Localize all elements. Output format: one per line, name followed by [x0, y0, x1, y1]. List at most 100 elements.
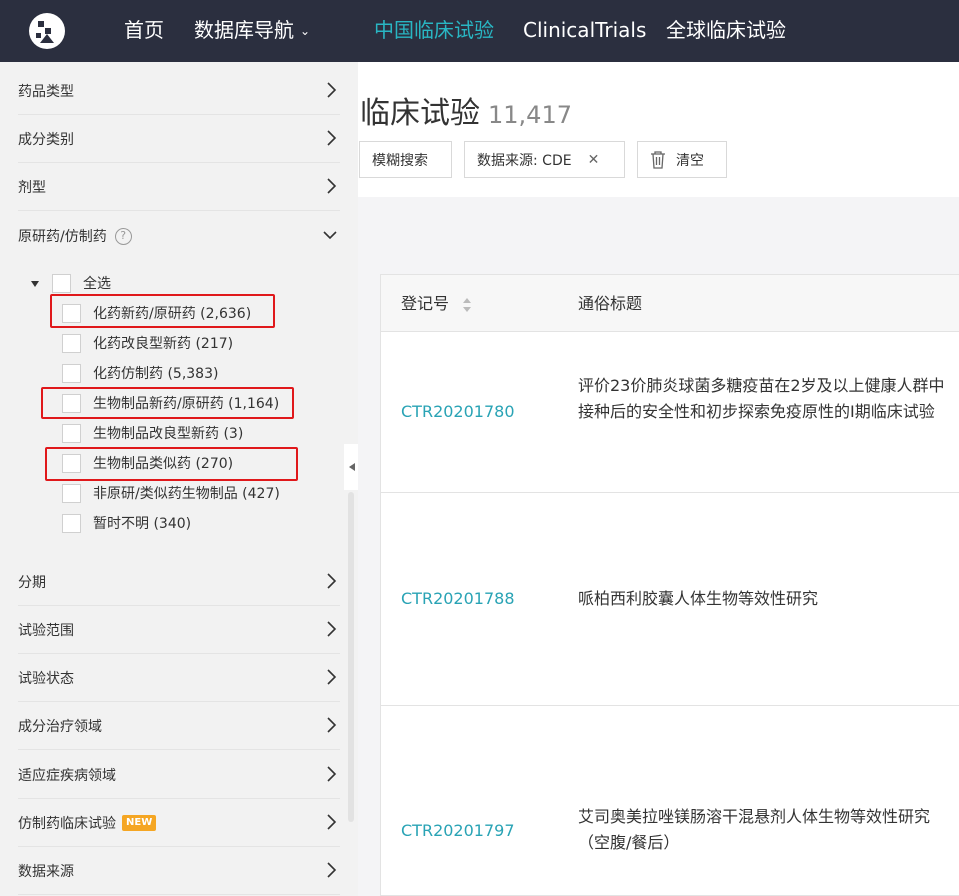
chevron-down-icon [323, 231, 337, 240]
fuzzy-search-button[interactable]: 模糊搜索 [359, 141, 452, 178]
filter-indication-area[interactable]: 适应症疾病领域 [18, 751, 340, 799]
filter-label: 药品类型 [18, 83, 74, 100]
checkbox[interactable] [62, 513, 81, 533]
registration-link[interactable]: CTR20201780 [401, 402, 515, 421]
site-logo-icon[interactable] [28, 12, 66, 50]
trash-icon [651, 150, 665, 169]
chevron-down-icon: ⌄ [300, 24, 311, 38]
header-label: 登记号 [401, 294, 450, 313]
registration-link[interactable]: CTR20201797 [401, 821, 515, 840]
filter-sidebar: 药品类型 成分类别 剂型 原研药/仿制药 ? 全选 化药新药/原研药 (2,63… [0, 62, 358, 896]
table-header: 登记号 通俗标题 [381, 275, 959, 332]
chevron-right-icon [327, 573, 337, 589]
result-count: 11,417 [488, 101, 572, 129]
tree-label: 生物制品改良型新药 (3) [93, 426, 244, 442]
close-icon[interactable]: ✕ [588, 152, 600, 168]
trial-title: 艾司奥美拉唑镁肠溶干混悬剂人体生物等效性研究（空腹/餐后） [578, 807, 931, 852]
main-content: 临床试验 11,417 模糊搜索 数据来源: CDE ✕ 清空 登记号 通俗标题 … [358, 62, 959, 896]
tree-option-non-originator-bio[interactable]: 非原研/类似药生物制品 (427) [62, 478, 280, 508]
nav-global-clinical-trials[interactable]: 全球临床试验 [666, 0, 786, 62]
filter-drug-type[interactable]: 药品类型 [18, 67, 340, 115]
tree-label: 全选 [83, 276, 111, 292]
sidebar-scrollbar[interactable] [348, 492, 354, 822]
tree-label: 化药新药/原研药 (2,636) [93, 306, 252, 322]
tree-select-all[interactable]: 全选 [52, 268, 111, 298]
tree-label: 生物制品类似药 (270) [93, 456, 234, 472]
tree-option-chem-improved[interactable]: 化药改良型新药 (217) [62, 328, 233, 358]
checkbox[interactable] [62, 423, 81, 443]
checkbox[interactable] [62, 393, 81, 413]
filter-label: 剂型 [18, 179, 46, 196]
checkbox[interactable] [62, 483, 81, 503]
trial-title: 评价23价肺炎球菌多糖疫苗在2岁及以上健康人群中接种后的安全性和初步探索免疫原性… [578, 376, 945, 421]
chevron-right-icon [327, 82, 337, 98]
tag-label: 数据来源: CDE [477, 152, 572, 169]
column-header-title: 通俗标题 [578, 275, 642, 332]
filter-label: 成分治疗领域 [18, 718, 102, 735]
registration-link[interactable]: CTR20201788 [401, 589, 515, 608]
checkbox[interactable] [62, 363, 81, 383]
filter-label: 成分类别 [18, 131, 74, 148]
tree-collapse-icon[interactable] [30, 279, 40, 289]
chevron-right-icon [327, 178, 337, 194]
nav-database-navigation[interactable]: 数据库导航 ⌄ [194, 0, 310, 62]
filter-originator-generic[interactable]: 原研药/仿制药 ? [18, 212, 340, 260]
tree-label: 非原研/类似药生物制品 (427) [93, 486, 280, 502]
help-icon[interactable]: ? [114, 227, 132, 245]
page-title: 临床试验 11,417 [360, 88, 572, 132]
new-badge: NEW [122, 814, 157, 831]
filter-label: 试验状态 [18, 670, 74, 687]
checkbox[interactable] [62, 333, 81, 353]
filter-label: 试验范围 [18, 622, 74, 639]
tree-option-chem-new-drug[interactable]: 化药新药/原研药 (2,636) [62, 298, 251, 328]
checkbox[interactable] [62, 453, 81, 473]
button-label: 模糊搜索 [372, 152, 428, 169]
chevron-right-icon [327, 862, 337, 878]
nav-china-clinical-trials[interactable]: 中国临床试验 [374, 0, 494, 62]
table-row: CTR20201780 评价23价肺炎球菌多糖疫苗在2岁及以上健康人群中接种后的… [381, 332, 959, 493]
clear-button[interactable]: 清空 [637, 141, 727, 178]
filter-label: 仿制药临床试验 [18, 815, 116, 832]
filter-label: 适应症疾病领域 [18, 767, 116, 784]
filter-trial-status[interactable]: 试验状态 [18, 654, 340, 702]
tree-option-bio-new-drug[interactable]: 生物制品新药/原研药 (1,164) [62, 388, 279, 418]
caret-left-icon [349, 463, 355, 471]
chevron-right-icon [327, 669, 337, 685]
tree-label: 暂时不明 (340) [93, 516, 192, 532]
header-label: 通俗标题 [578, 294, 643, 313]
top-navbar: 首页 数据库导航 ⌄ 中国临床试验 ClinicalTrials 全球临床试验 [0, 0, 959, 62]
tree-option-unknown[interactable]: 暂时不明 (340) [62, 508, 191, 538]
filter-dosage-form[interactable]: 剂型 [18, 163, 340, 211]
checkbox[interactable] [52, 273, 71, 293]
filter-label: 原研药/仿制药 [18, 229, 107, 245]
filter-ingredient-category[interactable]: 成分类别 [18, 115, 340, 163]
button-label: 清空 [676, 152, 704, 169]
tree-option-chem-generic[interactable]: 化药仿制药 (5,383) [62, 358, 218, 388]
chevron-right-icon [327, 766, 337, 782]
filter-data-source[interactable]: 数据来源 [18, 847, 340, 895]
tree-option-biosimilar[interactable]: 生物制品类似药 (270) [62, 448, 233, 478]
filter-generic-trials[interactable]: 仿制药临床试验 NEW [18, 799, 340, 847]
nav-home[interactable]: 首页 [124, 0, 164, 62]
checkbox[interactable] [62, 303, 81, 323]
filter-trial-scope[interactable]: 试验范围 [18, 606, 340, 654]
chevron-right-icon [327, 130, 337, 146]
column-header-registration-no[interactable]: 登记号 [401, 275, 472, 332]
chevron-right-icon [327, 621, 337, 637]
chevron-right-icon [327, 814, 337, 830]
sort-icon[interactable] [462, 297, 472, 313]
chevron-right-icon [327, 717, 337, 733]
data-source-tag[interactable]: 数据来源: CDE ✕ [464, 141, 625, 178]
tree-option-bio-improved[interactable]: 生物制品改良型新药 (3) [62, 418, 243, 448]
tree-label: 化药改良型新药 (217) [93, 336, 234, 352]
table-row: CTR20201788 哌柏西利胶囊人体生物等效性研究 [381, 493, 959, 706]
trial-title: 哌柏西利胶囊人体生物等效性研究 [578, 589, 819, 608]
filter-phase[interactable]: 分期 [18, 558, 340, 606]
filter-label: 分期 [18, 574, 46, 591]
table-row: CTR20201797 艾司奥美拉唑镁肠溶干混悬剂人体生物等效性研究（空腹/餐后… [381, 706, 959, 896]
tree-label: 化药仿制药 (5,383) [93, 366, 219, 382]
results-table: 登记号 通俗标题 CTR20201780 评价23价肺炎球菌多糖疫苗在2岁及以上… [380, 274, 959, 896]
filter-ingredient-therapeutic-area[interactable]: 成分治疗领域 [18, 702, 340, 750]
tree-label: 生物制品新药/原研药 (1,164) [93, 396, 280, 412]
nav-clinicaltrials[interactable]: ClinicalTrials [523, 0, 646, 62]
